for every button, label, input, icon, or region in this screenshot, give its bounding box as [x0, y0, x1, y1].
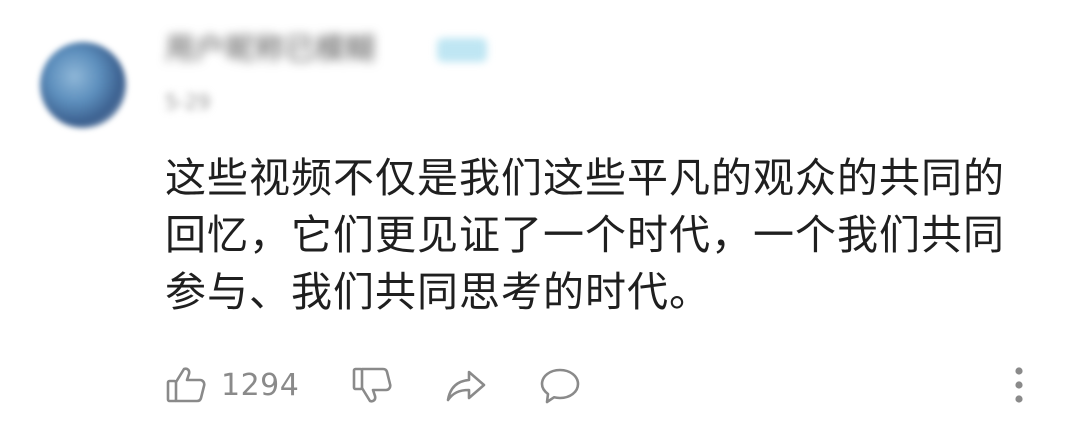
comment-icon [541, 368, 580, 404]
like-count: 1294 [221, 367, 300, 403]
thumbs-down-icon [353, 367, 392, 403]
thumbs-up-icon [166, 367, 206, 403]
username[interactable]: 用户昵称已模糊 [165, 34, 415, 66]
avatar[interactable] [40, 42, 126, 128]
reply-button[interactable] [539, 364, 581, 406]
comment-timestamp: 5-29 [165, 90, 211, 114]
comment-item: 用户昵称已模糊 5-29 这些视频不仅是我们这些平凡的观众的共同的回忆，它们更见… [0, 0, 1080, 445]
more-vertical-icon [1015, 367, 1023, 403]
dislike-button[interactable] [351, 364, 393, 406]
like-button[interactable]: 1294 [165, 364, 299, 406]
share-icon [447, 370, 486, 402]
more-options-button[interactable] [1004, 364, 1034, 406]
level-badge [437, 38, 487, 62]
comment-actions: 1294 [165, 362, 581, 408]
comment-text: 这些视频不仅是我们这些平凡的观众的共同的回忆，它们更见证了一个时代，一个我们共同… [165, 154, 1005, 316]
share-button[interactable] [445, 364, 487, 406]
